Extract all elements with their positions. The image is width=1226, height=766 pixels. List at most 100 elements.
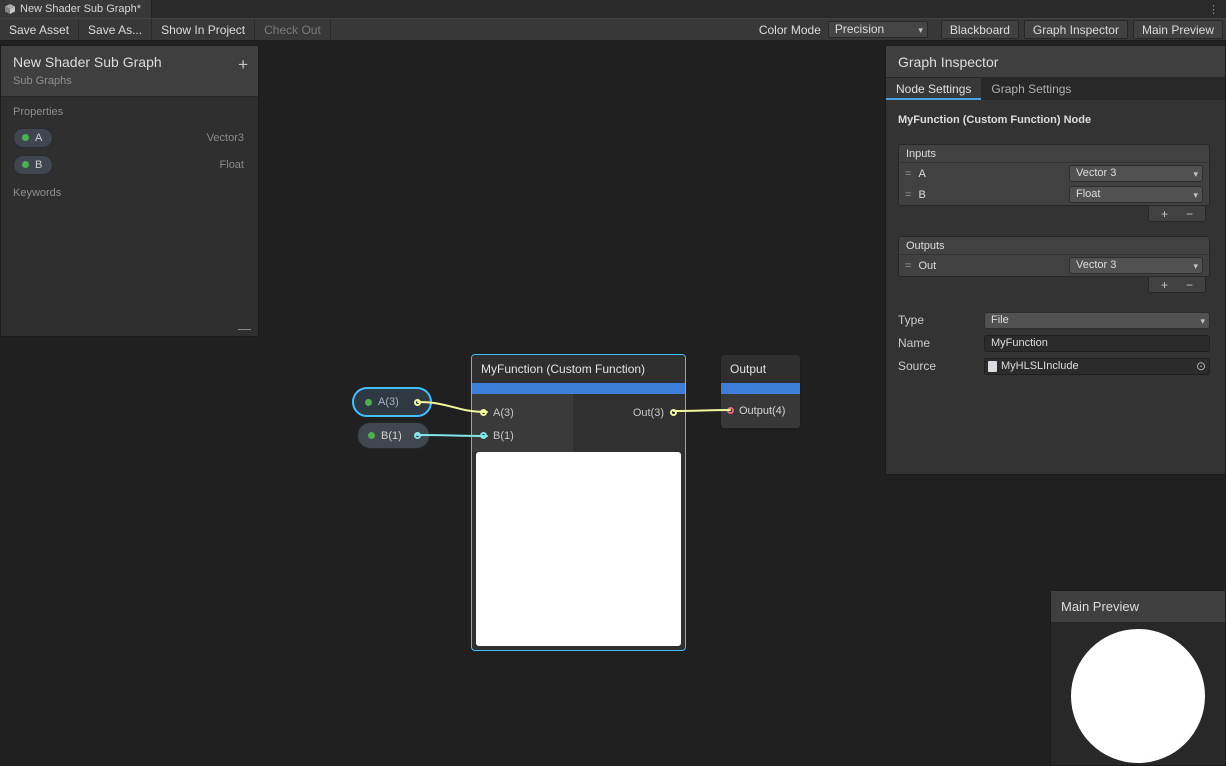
output-name: Out [918,260,1062,272]
custom-function-fields: Type File ▾ Name Source MyHLSLInclude ⊙ [898,311,1210,375]
drag-handle-icon[interactable]: = [905,260,911,272]
color-mode-value: Precision [835,22,884,36]
inputs-list: Inputs = A Vector 3 ▾ = B Float ▾ [898,144,1210,206]
node-output[interactable]: Output Output(4) [720,354,801,429]
tab-graph-settings[interactable]: Graph Settings [981,78,1081,100]
inputs-list-footer: + − [1148,206,1206,222]
type-value: File [991,314,1009,326]
input-name: B [918,189,1062,201]
property-node-b[interactable]: B(1) [357,422,430,449]
graph-toolbar: Save Asset Save As... Show In Project Ch… [0,18,1226,41]
input-b-type-value: Float [1076,188,1100,200]
object-picker-icon[interactable]: ⊙ [1196,359,1206,374]
outputs-list: Outputs = Out Vector 3 ▾ [898,236,1210,277]
input-port-label: Output(4) [739,405,785,417]
function-name-input[interactable] [984,335,1210,352]
tab-node-settings[interactable]: Node Settings [886,78,981,100]
drag-handle-icon[interactable]: = [905,189,911,201]
chevron-down-icon: ▾ [1193,167,1198,182]
property-port-b-float[interactable] [414,432,421,439]
property-pill-a[interactable]: A [13,128,53,148]
inputs-row-a[interactable]: = A Vector 3 ▾ [899,163,1209,184]
property-type: Vector3 [207,132,244,144]
graph-inspector-toggle-button[interactable]: Graph Inspector [1024,20,1128,39]
check-out-button: Check Out [255,19,331,40]
output-port-label: Out(3) [633,407,664,419]
selected-node-header: MyFunction (Custom Function) Node [898,114,1210,126]
node-title: Output [721,355,800,383]
property-pill-b[interactable]: B [13,155,53,175]
blackboard-panel: New Shader Sub Graph Sub Graphs + Proper… [0,45,259,337]
exposed-dot-icon [368,432,375,439]
input-port-label: A(3) [493,407,514,419]
outputs-list-header: Outputs [899,237,1209,255]
input-port-a-vector3[interactable] [480,409,487,416]
node-category-strip [721,383,800,394]
node-myfunction-custom-function[interactable]: MyFunction (Custom Function) A(3) B(1) O… [471,354,686,651]
graph-inspector-title: Graph Inspector [886,46,1225,78]
source-label: Source [898,359,984,373]
file-icon [988,361,997,372]
keywords-section-label: Keywords [1,178,258,205]
inputs-row-b[interactable]: = B Float ▾ [899,184,1209,205]
graph-inspector-panel: Graph Inspector Node Settings Graph Sett… [885,45,1226,475]
add-input-button[interactable]: + [1161,207,1168,221]
property-name: A [35,132,42,144]
input-row-a: A(3) [472,401,573,424]
input-port-b-float[interactable] [480,432,487,439]
main-preview-body[interactable] [1051,623,1225,765]
blackboard-toggle-button[interactable]: Blackboard [941,20,1019,39]
show-in-project-button[interactable]: Show In Project [152,19,255,40]
resize-handle[interactable] [238,329,251,332]
color-mode-dropdown[interactable]: Precision ▾ [828,21,928,38]
properties-section-label: Properties [1,97,258,124]
property-node-label: A(3) [378,396,399,408]
property-row-b[interactable]: B Float [1,151,258,178]
inputs-list-header: Inputs [899,145,1209,163]
inspector-tabs: Node Settings Graph Settings [886,78,1225,100]
drag-handle-icon[interactable]: = [905,168,911,180]
property-node-a[interactable]: A(3) [352,387,432,417]
source-object-field[interactable]: MyHLSLInclude ⊙ [984,358,1210,375]
property-port-a-vector3[interactable] [414,399,421,406]
exposed-dot-icon [22,161,29,168]
blackboard-subtitle: Sub Graphs [13,75,246,87]
input-port-label: B(1) [493,430,514,442]
type-dropdown[interactable]: File ▾ [984,312,1210,329]
input-b-type-dropdown[interactable]: Float ▾ [1069,186,1203,203]
tab-title: New Shader Sub Graph* [20,3,141,15]
node-port-area: A(3) B(1) Out(3) [472,394,685,452]
save-asset-button[interactable]: Save Asset [0,19,79,40]
output-port-out-vector3[interactable] [670,409,677,416]
tab-shader-subgraph[interactable]: New Shader Sub Graph* [0,0,152,18]
add-output-button[interactable]: + [1161,278,1168,292]
input-a-type-dropdown[interactable]: Vector 3 ▾ [1069,165,1203,182]
property-type: Float [220,159,244,171]
outputs-row-out[interactable]: = Out Vector 3 ▾ [899,255,1209,276]
main-preview-title: Main Preview [1051,591,1225,623]
main-preview-toggle-button[interactable]: Main Preview [1133,20,1223,39]
remove-output-button[interactable]: − [1186,278,1193,292]
input-port-output-vector4[interactable] [727,407,734,414]
node-output-column: Out(3) [573,394,685,452]
main-preview-panel: Main Preview [1050,590,1226,766]
chevron-down-icon: ▾ [1193,259,1198,274]
input-row-output: Output(4) [721,394,800,427]
overflow-menu-icon[interactable]: ⋮ [1201,3,1226,16]
remove-input-button[interactable]: − [1186,207,1193,221]
output-row-out: Out(3) [573,401,685,424]
add-property-button[interactable]: + [238,55,248,75]
preview-sphere [1071,629,1205,763]
window-tab-bar: New Shader Sub Graph* ⋮ [0,0,1226,18]
source-value: MyHLSLInclude [1001,360,1079,372]
property-row-a[interactable]: A Vector3 [1,124,258,151]
blackboard-title: New Shader Sub Graph [13,54,246,70]
save-as-button[interactable]: Save As... [79,19,152,40]
exposed-dot-icon [365,399,372,406]
blackboard-header[interactable]: New Shader Sub Graph Sub Graphs + [1,46,258,97]
source-field-row: Source MyHLSLInclude ⊙ [898,357,1210,375]
outputs-list-footer: + − [1148,277,1206,293]
input-a-type-value: Vector 3 [1076,167,1116,179]
type-label: Type [898,313,984,327]
output-out-type-dropdown[interactable]: Vector 3 ▾ [1069,257,1203,274]
